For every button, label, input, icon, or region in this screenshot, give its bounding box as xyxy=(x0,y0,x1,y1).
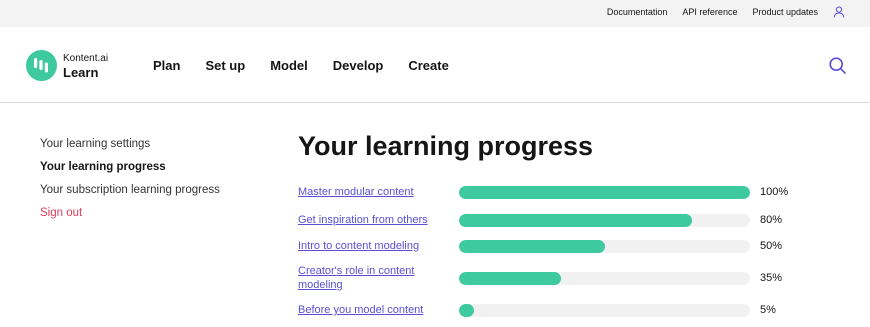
kontent-logo-icon[interactable] xyxy=(26,50,57,81)
course-link[interactable]: Get inspiration from others xyxy=(298,213,443,227)
progress-percent: 80% xyxy=(760,214,783,226)
progress-percent: 50% xyxy=(760,240,783,252)
progress-fill xyxy=(459,304,474,317)
progress-track xyxy=(459,214,750,227)
page-title: Your learning progress xyxy=(298,131,594,161)
sidebar-item-learning-progress[interactable]: Your learning progress xyxy=(40,161,220,184)
search-icon[interactable] xyxy=(829,57,846,74)
utility-links: Documentation API reference Product upda… xyxy=(607,7,818,17)
api-reference-link[interactable]: API reference xyxy=(682,7,737,17)
utility-bar: Documentation API reference Product upda… xyxy=(0,0,870,27)
progress-track xyxy=(459,240,750,253)
course-link[interactable]: Creator's role in content modeling xyxy=(298,264,443,292)
nav-model[interactable]: Model xyxy=(270,58,308,73)
progress-fill xyxy=(459,214,692,227)
brand-product: Learn xyxy=(63,65,99,80)
nav-create[interactable]: Create xyxy=(408,58,448,73)
progress-percent: 5% xyxy=(760,304,776,316)
progress-track xyxy=(459,186,750,199)
progress-percent: 35% xyxy=(760,272,783,284)
main-nav: Plan Set up Model Develop Create xyxy=(153,58,449,73)
user-icon[interactable] xyxy=(833,6,845,18)
course-link[interactable]: Before you model content xyxy=(298,303,443,317)
account-sidebar: Your learning settings Your learning pro… xyxy=(40,138,220,230)
nav-develop[interactable]: Develop xyxy=(333,58,384,73)
course-link[interactable]: Master modular content xyxy=(298,185,443,199)
progress-percent: 100% xyxy=(760,186,789,198)
nav-plan[interactable]: Plan xyxy=(153,58,180,73)
progress-fill xyxy=(459,186,750,199)
brand-name: Kontent.ai xyxy=(63,53,109,64)
progress-track xyxy=(459,272,750,285)
course-link[interactable]: Intro to content modeling xyxy=(298,239,443,253)
site-header: Kontent.ai Learn Plan Set up Model Devel… xyxy=(0,27,870,103)
progress-fill xyxy=(459,272,561,285)
documentation-link[interactable]: Documentation xyxy=(607,7,668,17)
sidebar-item-learning-settings[interactable]: Your learning settings xyxy=(40,138,220,161)
sidebar-item-sign-out[interactable]: Sign out xyxy=(40,207,220,230)
sidebar-item-subscription-progress[interactable]: Your subscription learning progress xyxy=(40,184,220,207)
progress-fill xyxy=(459,240,605,253)
product-updates-link[interactable]: Product updates xyxy=(752,7,818,17)
nav-set-up[interactable]: Set up xyxy=(205,58,245,73)
progress-track xyxy=(459,304,750,317)
